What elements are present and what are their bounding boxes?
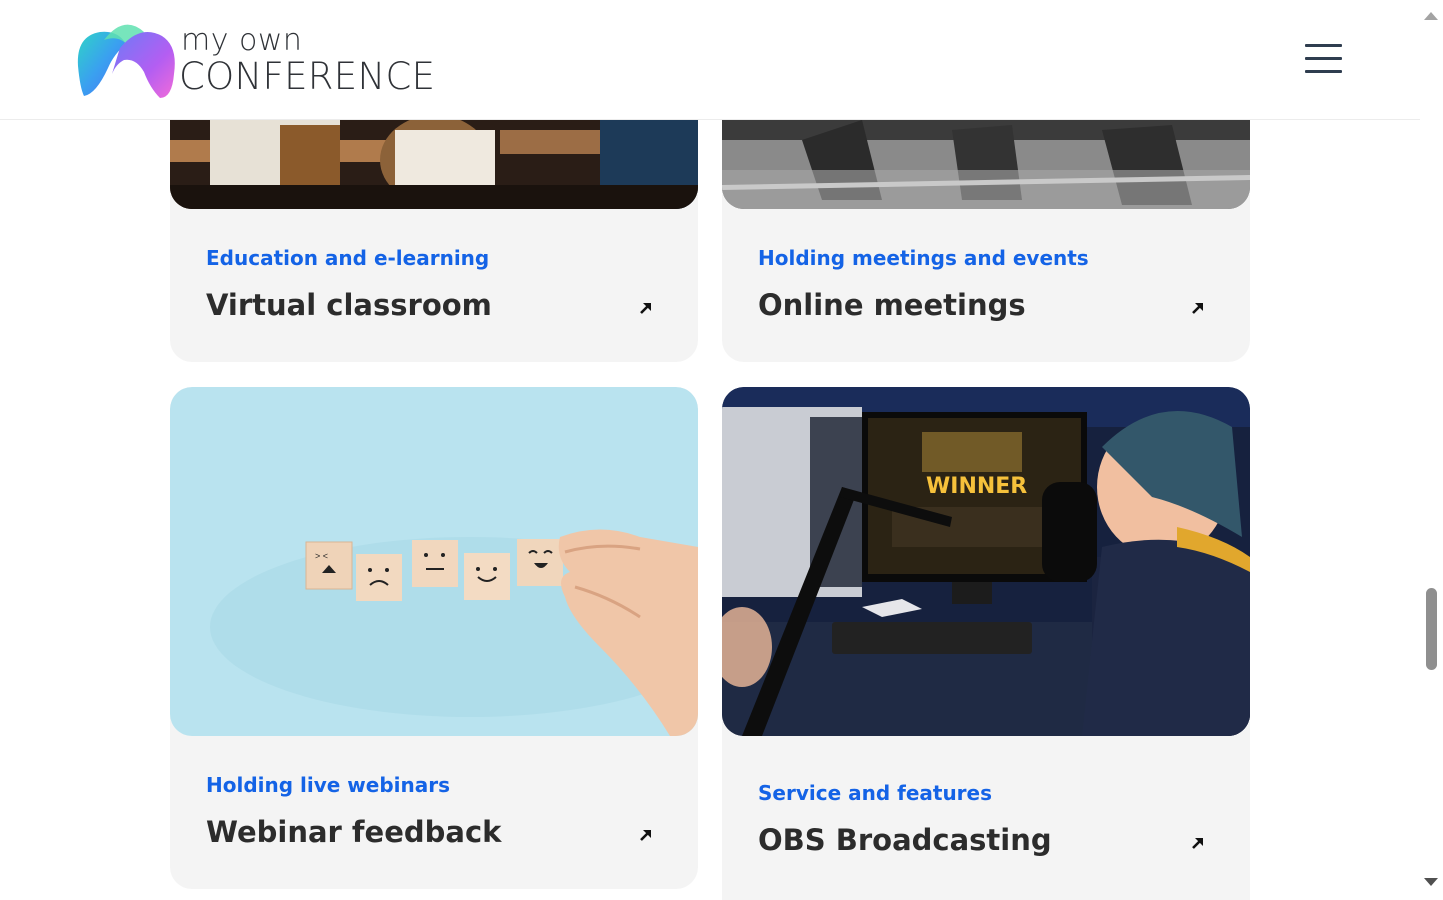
arrow-up-right-icon[interactable] — [1188, 833, 1208, 853]
scroll-up-arrow-icon[interactable] — [1424, 12, 1438, 20]
card-category: Holding live webinars — [206, 773, 451, 797]
scrollbar-thumb[interactable] — [1426, 588, 1437, 670]
arrow-up-right-icon[interactable] — [1188, 298, 1208, 318]
streamer-image: WINNER — [722, 387, 1250, 736]
arrow-up-right-icon[interactable] — [636, 298, 656, 318]
scroll-down-arrow-icon[interactable] — [1424, 878, 1438, 886]
card-category: Service and features — [758, 781, 993, 805]
card-category: Education and e-learning — [206, 246, 490, 270]
card-obs-broadcasting[interactable]: WINNER Service and features OBS Broadcas… — [722, 387, 1250, 900]
logo[interactable]: my own CONFERENCE — [74, 18, 436, 102]
site-header: my own CONFERENCE — [0, 0, 1420, 120]
feedback-cubes-image: > < — [170, 387, 698, 736]
card-title[interactable]: Webinar feedback — [206, 815, 501, 849]
logo-mark-icon — [77, 24, 175, 98]
card-title[interactable]: Online meetings — [758, 288, 1026, 322]
svg-text:WINNER: WINNER — [926, 474, 1027, 499]
card-title[interactable]: Virtual classroom — [206, 288, 492, 322]
vertical-scrollbar[interactable] — [1420, 0, 1443, 900]
card-title[interactable]: OBS Broadcasting — [758, 823, 1052, 857]
arrow-up-right-icon[interactable] — [636, 825, 656, 845]
card-webinar-feedback[interactable]: > < Holding live webinars Webinar feedba… — [170, 387, 698, 889]
logo-text-line2: CONFERENCE — [179, 55, 436, 98]
hamburger-menu-icon[interactable] — [1302, 40, 1344, 80]
svg-text:> <: > < — [315, 551, 328, 561]
card-category: Holding meetings and events — [758, 246, 1089, 270]
